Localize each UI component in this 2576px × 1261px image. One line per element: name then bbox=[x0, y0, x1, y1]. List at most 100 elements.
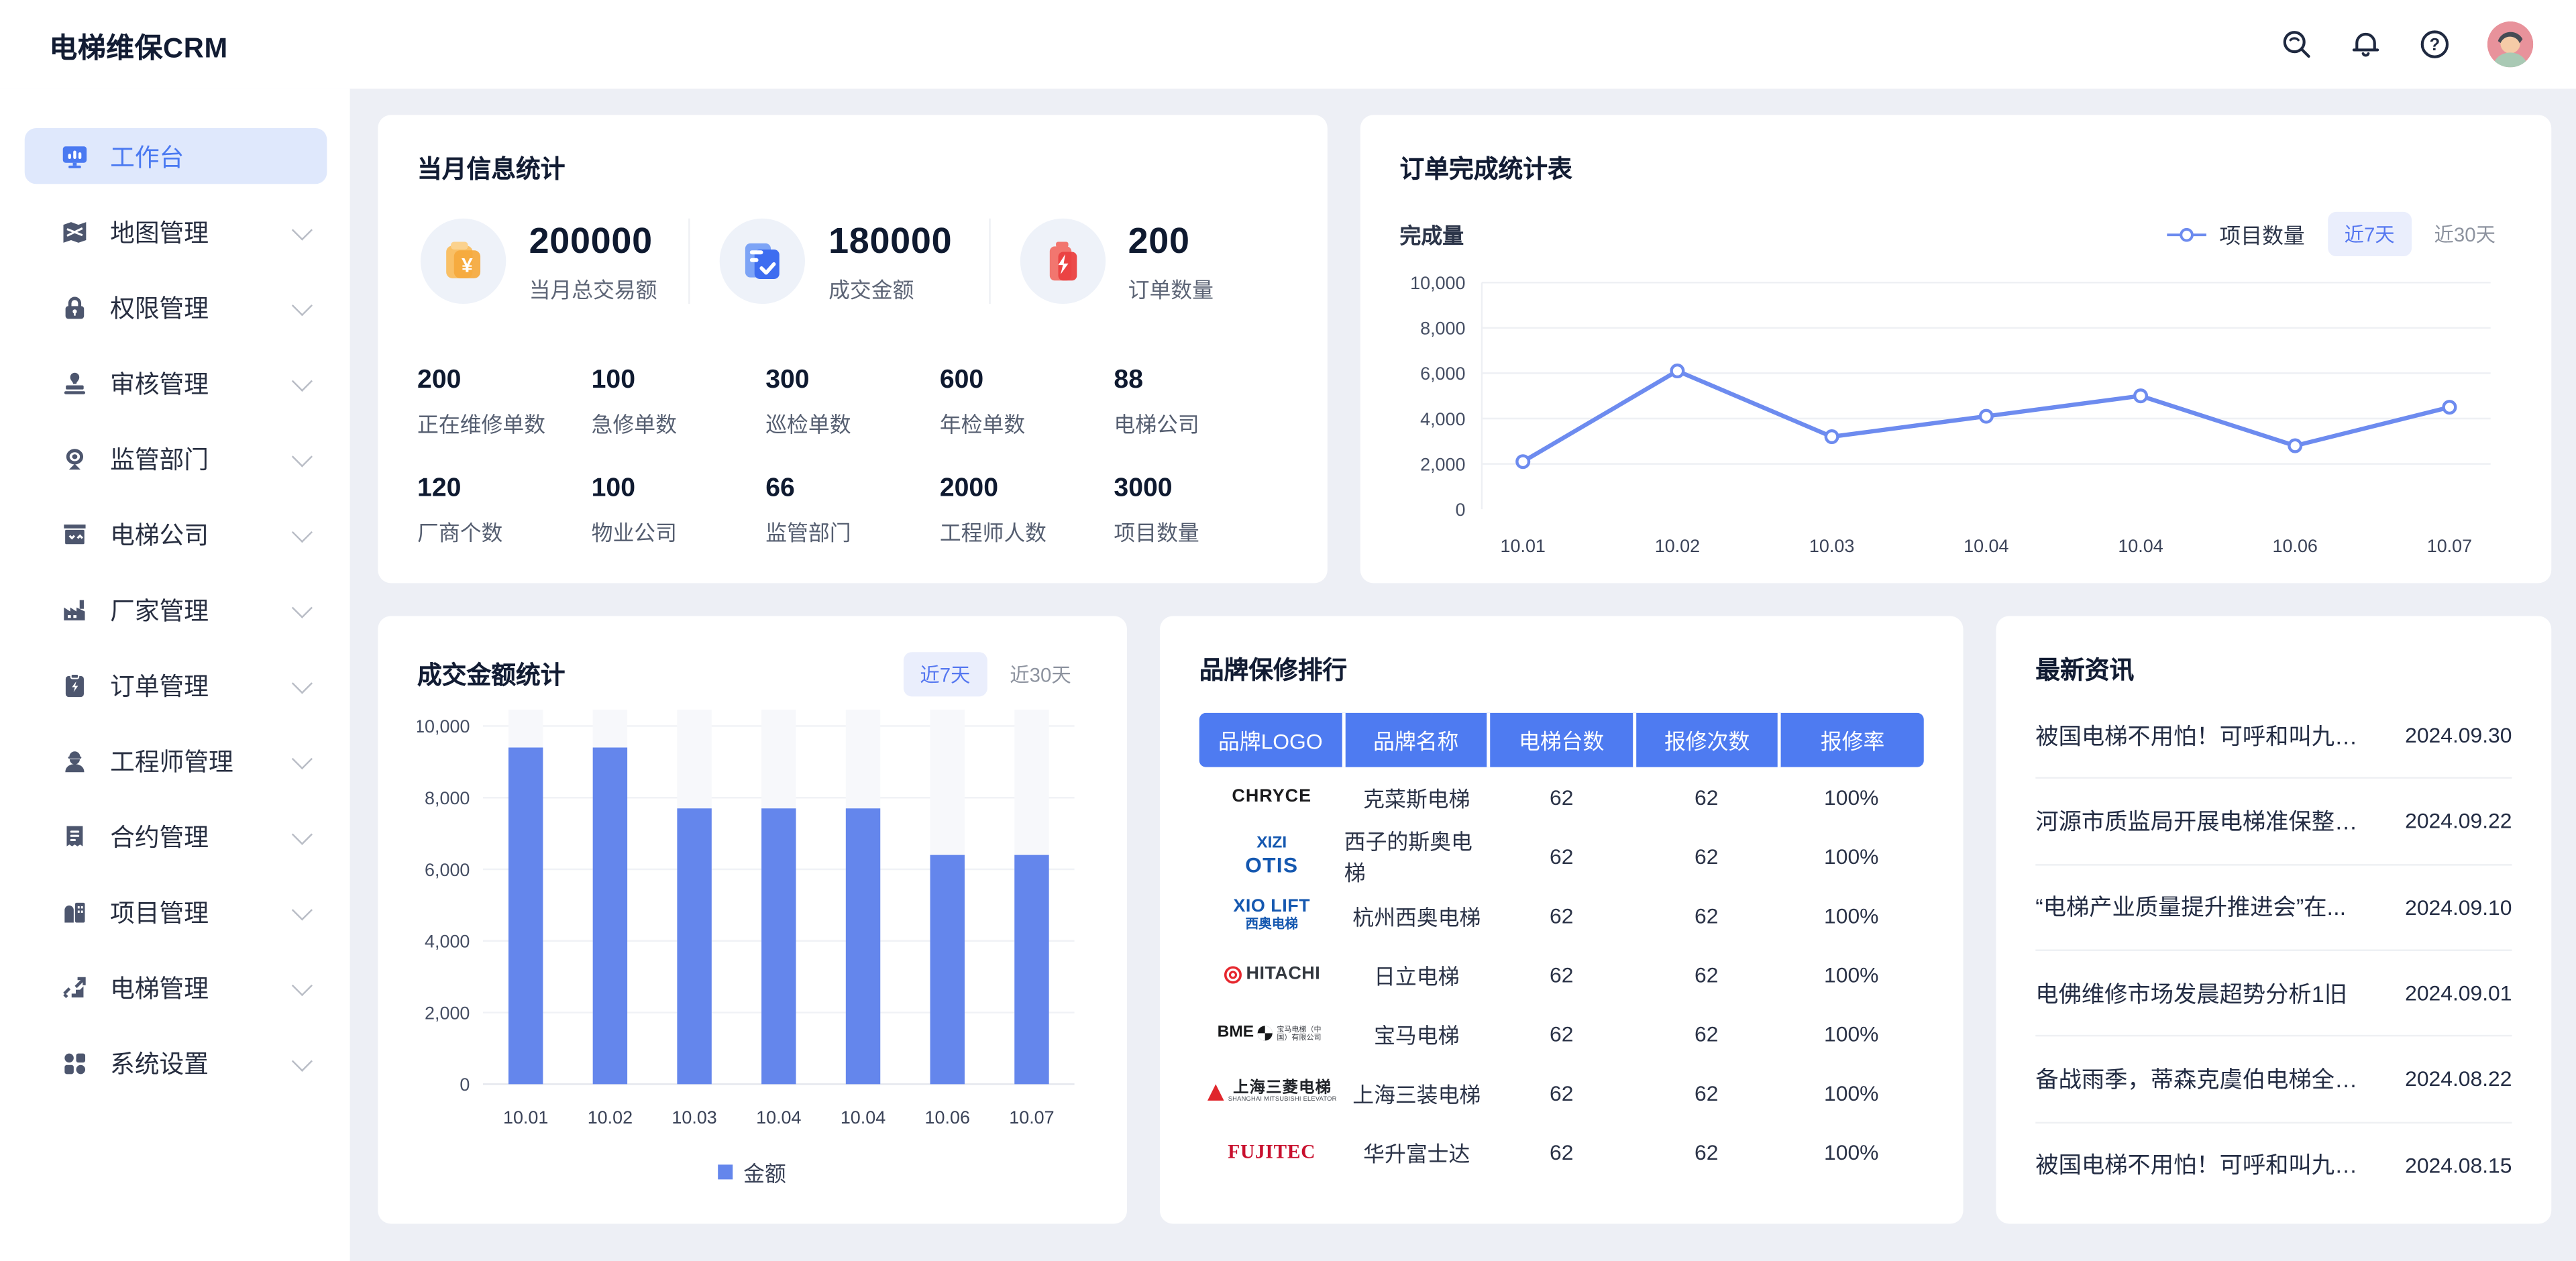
chevron-down-icon bbox=[292, 445, 313, 466]
sidebar-item-lock[interactable]: 权限管理 bbox=[25, 279, 327, 335]
factory-icon bbox=[61, 596, 89, 624]
bar-chart-legend: 金额 bbox=[417, 1156, 1087, 1188]
sidebar-item-project[interactable]: 项目管理 bbox=[25, 884, 327, 940]
brand-logo-xio: XIO LIFT西奥电梯 bbox=[1233, 899, 1310, 932]
news-item-date: 2024.09.10 bbox=[2405, 895, 2512, 920]
svg-text:10.04: 10.04 bbox=[756, 1107, 801, 1128]
brand-logo-fujitec: FUJITEC bbox=[1228, 1142, 1316, 1161]
mini-stat-label: 电梯公司 bbox=[1114, 407, 1288, 439]
sidebar-item-company[interactable]: 电梯公司 bbox=[25, 506, 327, 561]
sidebar-item-badge[interactable]: 监管部门 bbox=[25, 431, 327, 486]
svg-text:10,000: 10,000 bbox=[1410, 273, 1465, 293]
transaction-amount-card: 成交金额统计 近7天近30天 02,0004,0006,0008,00010,0… bbox=[378, 616, 1127, 1223]
sidebar-nav: 工作台地图管理权限管理审核管理监管部门电梯公司厂家管理订单管理工程师管理合约管理… bbox=[0, 89, 350, 1261]
brand-table-header: 品牌LOGO品牌名称电梯台数报修次数报修率 bbox=[1199, 713, 1924, 767]
amount-chart-header: 成交金额统计 近7天近30天 bbox=[417, 652, 1087, 696]
main-content: 当月信息统计 ¥200000当月总交易额 180000成交金额 200 订单数量 20… bbox=[350, 89, 2576, 1261]
svg-text:10,000: 10,000 bbox=[417, 716, 470, 736]
doc-check-icon bbox=[720, 219, 805, 304]
chevron-down-icon bbox=[292, 370, 313, 391]
repair-count-cell: 62 bbox=[1634, 1139, 1779, 1164]
chevron-down-icon bbox=[292, 1050, 313, 1071]
news-item[interactable]: 河源市质监局开展电梯准保整治...2024.09.22 bbox=[2035, 777, 2512, 863]
news-item[interactable]: 被国电梯不用怕！可呼和叫九江...2024.09.30 bbox=[2035, 693, 2512, 777]
sidebar-item-dashboard[interactable]: 工作台 bbox=[25, 128, 327, 184]
brand-logo-bme: BME宝马电梯（中国）有限公司 bbox=[1218, 1024, 1326, 1042]
highlight-value: 200 bbox=[1128, 219, 1214, 262]
svg-text:0: 0 bbox=[460, 1075, 470, 1095]
mini-stat-label: 正在维修单数 bbox=[417, 407, 592, 439]
svg-text:10.03: 10.03 bbox=[1809, 536, 1854, 556]
news-item[interactable]: 备战雨季，蒂森克虞伯电梯全力...2024.08.22 bbox=[2035, 1036, 2512, 1121]
svg-text:10.02: 10.02 bbox=[588, 1107, 633, 1128]
news-item-date: 2024.08.22 bbox=[2405, 1067, 2512, 1092]
sidebar-item-label: 电梯公司 bbox=[110, 516, 209, 551]
sidebar-item-order[interactable]: 订单管理 bbox=[25, 657, 327, 713]
money-icon: ¥ bbox=[421, 219, 506, 304]
sidebar-item-label: 电梯管理 bbox=[110, 970, 209, 1004]
latest-news-card: 最新资讯 被国电梯不用怕！可呼和叫九江...2024.09.30河源市质监局开展… bbox=[1996, 616, 2552, 1223]
notifications-bell-icon[interactable] bbox=[2349, 28, 2382, 61]
highlight-label: 订单数量 bbox=[1128, 272, 1214, 303]
news-item[interactable]: 被国电梯不用怕！可呼和叫九江...2024.08.15 bbox=[2035, 1121, 2512, 1207]
news-item[interactable]: 电佛维修市场发晨超势分析1旧2024.09.01 bbox=[2035, 949, 2512, 1035]
frame: 工作台地图管理权限管理审核管理监管部门电梯公司厂家管理订单管理工程师管理合约管理… bbox=[0, 89, 2576, 1261]
repair-rate-cell: 100% bbox=[1779, 962, 1924, 987]
sidebar-item-factory[interactable]: 厂家管理 bbox=[25, 582, 327, 637]
sidebar-item-contract[interactable]: 合约管理 bbox=[25, 808, 327, 864]
bottom-row: 成交金额统计 近7天近30天 02,0004,0006,0008,00010,0… bbox=[378, 616, 2551, 1223]
elevator-count-cell: 62 bbox=[1489, 962, 1634, 987]
mini-stat-value: 600 bbox=[940, 366, 1114, 396]
highlight-stat: 180000成交金额 bbox=[689, 219, 989, 304]
company-icon bbox=[61, 520, 89, 548]
sidebar-item-label: 厂家管理 bbox=[110, 592, 209, 626]
repair-rate-cell: 100% bbox=[1779, 1021, 1924, 1046]
help-icon[interactable]: ? bbox=[2418, 28, 2451, 61]
highlight-texts: 200000当月总交易额 bbox=[529, 219, 657, 303]
brand-logo-cell: CHRYCE bbox=[1199, 787, 1344, 806]
mini-stat-value: 100 bbox=[592, 366, 766, 396]
mini-stat-label: 项目数量 bbox=[1114, 516, 1288, 547]
highlight-value: 200000 bbox=[529, 219, 657, 262]
mini-stat: 100急修单数 bbox=[592, 366, 766, 439]
news-item[interactable]: “电梯产业质量提升推进会”在...2024.09.10 bbox=[2035, 863, 2512, 949]
brand-logo-cell: XIZIOTIS bbox=[1199, 836, 1344, 876]
sidebar-item-stamp[interactable]: 审核管理 bbox=[25, 355, 327, 410]
overview-title: 当月信息统计 bbox=[417, 151, 1288, 185]
svg-text:2,000: 2,000 bbox=[1420, 454, 1465, 474]
svg-text:8,000: 8,000 bbox=[425, 788, 470, 808]
sidebar-item-engineer[interactable]: 工程师管理 bbox=[25, 732, 327, 788]
user-avatar[interactable] bbox=[2487, 21, 2534, 68]
svg-text:¥: ¥ bbox=[462, 255, 473, 277]
news-item-date: 2024.09.30 bbox=[2405, 723, 2512, 748]
sidebar-item-label: 权限管理 bbox=[110, 290, 209, 324]
brand-table-body: CHRYCE克菜斯电梯6262100%XIZIOTIS西子的斯奥电梯626210… bbox=[1199, 767, 1924, 1181]
brand-name-cell: 杭州西奥电梯 bbox=[1344, 899, 1489, 931]
svg-text:10.04: 10.04 bbox=[841, 1107, 885, 1128]
range-tab-30d[interactable]: 近30天 bbox=[2418, 212, 2512, 256]
sidebar-item-label: 系统设置 bbox=[110, 1046, 209, 1080]
svg-text:0: 0 bbox=[1456, 500, 1466, 520]
stamp-icon bbox=[61, 369, 89, 397]
table-row: XIZIOTIS西子的斯奥电梯6262100% bbox=[1199, 826, 1924, 885]
svg-text:10.04: 10.04 bbox=[1964, 536, 2008, 556]
repair-rate-cell: 100% bbox=[1779, 1139, 1924, 1164]
sidebar-item-label: 工作台 bbox=[110, 139, 184, 173]
search-icon[interactable] bbox=[2280, 28, 2313, 61]
brand-logo-cell: XIO LIFT西奥电梯 bbox=[1199, 899, 1344, 932]
sidebar-item-apps[interactable]: 系统设置 bbox=[25, 1035, 327, 1091]
brand-name-cell: 上海三装电梯 bbox=[1344, 1077, 1489, 1108]
mini-stat-value: 200 bbox=[417, 366, 592, 396]
range-tab-7d[interactable]: 近7天 bbox=[2328, 212, 2411, 256]
chevron-down-icon bbox=[292, 899, 313, 920]
battery-bolt-icon bbox=[1020, 219, 1105, 304]
highlight-label: 成交金额 bbox=[828, 272, 952, 303]
range-tab-30d[interactable]: 近30天 bbox=[994, 652, 1087, 696]
elevator-count-cell: 62 bbox=[1489, 1080, 1634, 1105]
range-tab-7d[interactable]: 近7天 bbox=[904, 652, 987, 696]
sidebar-item-escalator[interactable]: 电梯管理 bbox=[25, 959, 327, 1015]
svg-text:?: ? bbox=[2430, 36, 2440, 54]
line-legend-marker-icon bbox=[2167, 226, 2206, 242]
chevron-down-icon bbox=[292, 521, 313, 542]
sidebar-item-map[interactable]: 地图管理 bbox=[25, 204, 327, 260]
